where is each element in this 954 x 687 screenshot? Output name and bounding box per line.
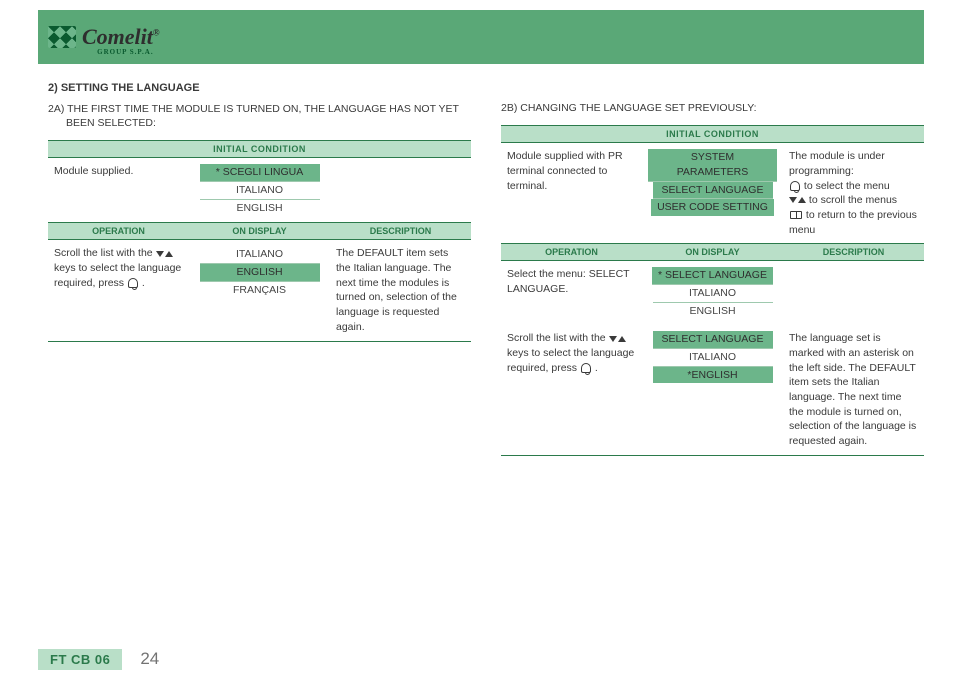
registered-mark: ®: [153, 28, 160, 38]
bell-icon: [790, 181, 800, 191]
book-icon: [790, 211, 802, 219]
arrow-down-icon: [156, 251, 164, 257]
display-stack: ITALIANOENGLISHFRANÇAIS: [195, 246, 324, 298]
display-line: * SCEGLI LINGUA: [200, 164, 320, 182]
display-stack: SYSTEM PARAMETERSSELECT LANGUAGEUSER COD…: [648, 149, 777, 216]
display-line: ENGLISH: [653, 303, 773, 320]
header-bar: Comelit® GROUP S.P.A.: [38, 10, 924, 64]
table-2a: INITIAL CONDITION Module supplied. * SCE…: [48, 140, 471, 341]
initial-condition-header: INITIAL CONDITION: [48, 141, 471, 158]
left-column: 2) SETTING THE LANGUAGE 2A) THE FIRST TI…: [48, 82, 471, 464]
op-cell: Module supplied with PR terminal connect…: [501, 143, 642, 244]
display-cell: SYSTEM PARAMETERSSELECT LANGUAGEUSER COD…: [642, 143, 783, 244]
subsection-2b: 2B) CHANGING THE LANGUAGE SET PREVIOUSLY…: [519, 101, 924, 115]
brand-name: Comelit: [82, 24, 153, 49]
arrow-up-icon: [165, 251, 173, 257]
bell-icon: [128, 278, 138, 288]
brand-logo: Comelit® GROUP S.P.A.: [38, 24, 160, 50]
display-line: FRANÇAIS: [200, 282, 320, 299]
display-line: ITALIANO: [200, 246, 320, 264]
desc-cell: [783, 261, 924, 326]
logo-mark-icon: [48, 26, 76, 48]
col-operation: OPERATION: [501, 244, 642, 261]
brand-subline: GROUP S.P.A.: [97, 48, 153, 56]
desc-cell: The module is under programming: to sele…: [783, 143, 924, 244]
page: Comelit® GROUP S.P.A. 2) SETTING THE LAN…: [0, 10, 954, 687]
display-cell: ITALIANOENGLISHFRANÇAIS: [189, 240, 330, 341]
right-column: 2B) CHANGING THE LANGUAGE SET PREVIOUSLY…: [501, 82, 924, 464]
display-stack: * SELECT LANGUAGEITALIANOENGLISH: [648, 267, 777, 319]
arrow-down-icon: [789, 197, 797, 203]
col-display: ON DISPLAY: [189, 223, 330, 240]
section-heading: 2) SETTING THE LANGUAGE: [48, 82, 471, 94]
page-number: 24: [122, 649, 159, 669]
display-line: ITALIANO: [200, 182, 320, 200]
col-operation: OPERATION: [48, 223, 189, 240]
display-line: SELECT LANGUAGE: [653, 182, 773, 200]
logo-text: Comelit® GROUP S.P.A.: [82, 24, 160, 50]
page-footer: FT CB 06 24: [38, 649, 159, 669]
col-description: DESCRIPTION: [330, 223, 471, 240]
content: 2) SETTING THE LANGUAGE 2A) THE FIRST TI…: [0, 64, 954, 464]
display-line: SYSTEM PARAMETERS: [648, 149, 777, 181]
display-line: SELECT LANGUAGE: [653, 331, 773, 349]
arrow-down-icon: [609, 336, 617, 342]
arrow-up-icon: [618, 336, 626, 342]
display-cell: * SCEGLI LINGUAITALIANOENGLISH: [189, 158, 330, 223]
display-line: * SELECT LANGUAGE: [652, 267, 773, 285]
col-description: DESCRIPTION: [783, 244, 924, 261]
op-cell: Scroll the list with the keys to select …: [501, 325, 642, 455]
display-stack: SELECT LANGUAGEITALIANO*ENGLISH: [648, 331, 777, 383]
subsection-2a: 2A) THE FIRST TIME THE MODULE IS TURNED …: [66, 102, 471, 130]
desc-cell: The DEFAULT item sets the Italian langua…: [330, 240, 471, 341]
op-cell: Select the menu: SELECT LANGUAGE.: [501, 261, 642, 326]
op-cell: Scroll the list with the keys to select …: [48, 240, 189, 341]
display-line: ENGLISH: [200, 200, 320, 217]
doc-code: FT CB 06: [38, 649, 122, 670]
display-line: ITALIANO: [653, 285, 773, 303]
bell-icon: [581, 363, 591, 373]
initial-condition-header: INITIAL CONDITION: [501, 126, 924, 143]
desc-cell: The language set is marked with an aster…: [783, 325, 924, 455]
display-line: *ENGLISH: [653, 367, 773, 384]
desc-cell: [330, 158, 471, 223]
display-line: USER CODE SETTING: [651, 199, 774, 216]
display-line: ENGLISH: [200, 264, 320, 282]
col-display: ON DISPLAY: [642, 244, 783, 261]
op-cell: Module supplied.: [48, 158, 189, 223]
display-stack: * SCEGLI LINGUAITALIANOENGLISH: [195, 164, 324, 216]
display-line: ITALIANO: [653, 349, 773, 367]
display-cell: * SELECT LANGUAGEITALIANOENGLISH: [642, 261, 783, 326]
display-cell: SELECT LANGUAGEITALIANO*ENGLISH: [642, 325, 783, 455]
table-2b: INITIAL CONDITION Module supplied with P…: [501, 125, 924, 456]
arrow-up-icon: [798, 197, 806, 203]
